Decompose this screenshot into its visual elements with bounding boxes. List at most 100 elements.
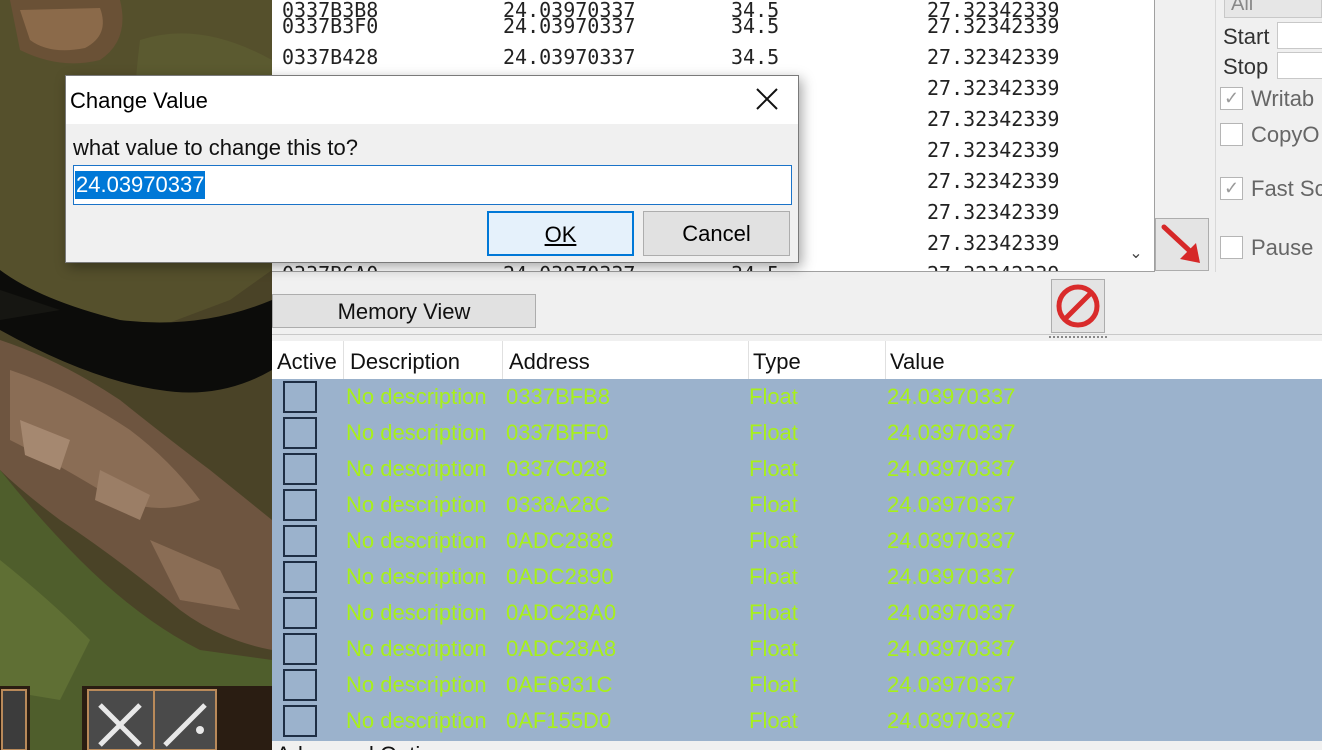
writable-checkbox[interactable]: ✓ Writab (1220, 86, 1314, 116)
row-type[interactable]: Float (749, 600, 798, 626)
checkbox-empty-icon (1220, 122, 1243, 146)
row-type[interactable]: Float (749, 384, 798, 410)
row-value[interactable]: 24.03970337 (887, 384, 1015, 410)
row-value[interactable]: 24.03970337 (887, 564, 1015, 590)
table-row[interactable]: No description 0ADC28A8 Float 24.0397033… (272, 631, 1322, 667)
cheat-table[interactable]: Active Description Address Type Value No… (272, 341, 1322, 741)
table-row[interactable]: No description 0AE6931C Float 24.0397033… (272, 667, 1322, 703)
column-divider[interactable] (343, 341, 344, 379)
row-address[interactable]: 0ADC2890 (506, 564, 614, 590)
stop-address-input[interactable] (1277, 52, 1322, 79)
table-row[interactable]: No description 0337BFB8 Float 24.0397033… (272, 379, 1322, 415)
row-value[interactable]: 24.03970337 (887, 492, 1015, 518)
clear-table-button[interactable] (1051, 279, 1105, 333)
found-row[interactable]: 0337B3F0 24.03970337 34.5 27.32342339 (272, 11, 1132, 42)
row-address[interactable]: 0ADC2888 (506, 528, 614, 554)
row-description[interactable]: No description (346, 420, 487, 446)
table-row[interactable]: No description 0ADC28A0 Float 24.0397033… (272, 595, 1322, 631)
column-divider[interactable] (502, 341, 503, 379)
active-checkbox[interactable] (283, 381, 317, 413)
row-address[interactable]: 0337BFF0 (506, 420, 609, 446)
row-description[interactable]: No description (346, 492, 487, 518)
row-description[interactable]: No description (346, 708, 487, 734)
dialog-titlebar[interactable]: Change Value (66, 76, 798, 124)
active-checkbox[interactable] (283, 561, 317, 593)
active-checkbox[interactable] (283, 597, 317, 629)
table-row[interactable]: No description 0ADC2890 Float 24.0397033… (272, 559, 1322, 595)
found-first: 27.32342339 (927, 231, 1060, 255)
column-type[interactable]: Type (753, 349, 801, 375)
row-type[interactable]: Float (749, 708, 798, 734)
row-value[interactable]: 24.03970337 (887, 600, 1015, 626)
row-description[interactable]: No description (346, 636, 487, 662)
active-checkbox[interactable] (283, 489, 317, 521)
row-type[interactable]: Float (749, 420, 798, 446)
dialog-title: Change Value (70, 88, 208, 113)
row-description[interactable]: No description (346, 528, 487, 554)
scroll-down-arrow-icon[interactable]: ⌄ (1124, 240, 1148, 268)
column-value[interactable]: Value (890, 349, 945, 375)
active-checkbox[interactable] (283, 633, 317, 665)
column-address[interactable]: Address (509, 349, 590, 375)
start-label: Start (1223, 24, 1270, 49)
row-address[interactable]: 0338A28C (506, 492, 610, 518)
row-value[interactable]: 24.03970337 (887, 672, 1015, 698)
ok-button[interactable]: OK (487, 211, 634, 256)
row-value[interactable]: 24.03970337 (887, 636, 1015, 662)
cancel-button[interactable]: Cancel (643, 211, 790, 256)
active-checkbox[interactable] (283, 453, 317, 485)
found-row[interactable]: 0337B428 24.03970337 34.5 27.32342339 (272, 42, 1132, 73)
close-button[interactable] (752, 84, 782, 114)
row-value[interactable]: 24.03970337 (887, 708, 1015, 734)
change-value-dialog[interactable]: Change Value what value to change this t… (65, 75, 799, 263)
active-checkbox[interactable] (283, 525, 317, 557)
active-checkbox[interactable] (283, 705, 317, 737)
active-checkbox[interactable] (283, 669, 317, 701)
row-description[interactable]: No description (346, 672, 487, 698)
found-previous: 34.5 (731, 45, 780, 69)
pause-checkbox[interactable]: Pause (1220, 235, 1313, 265)
row-type[interactable]: Float (749, 528, 798, 554)
row-value[interactable]: 24.03970337 (887, 528, 1015, 554)
fast-scan-checkbox[interactable]: ✓ Fast Sc (1220, 176, 1322, 206)
advanced-options-label[interactable]: Advanced Options (276, 742, 456, 750)
row-description[interactable]: No description (346, 384, 487, 410)
start-address-input[interactable] (1277, 22, 1322, 49)
row-address[interactable]: 0AE6931C (506, 672, 612, 698)
table-row[interactable]: No description 0338A28C Float 24.0397033… (272, 487, 1322, 523)
row-type[interactable]: Float (749, 492, 798, 518)
column-divider[interactable] (885, 341, 886, 379)
cheat-table-body[interactable]: No description 0337BFB8 Float 24.0397033… (272, 379, 1322, 741)
table-row[interactable]: No description 0337C028 Float 24.0397033… (272, 451, 1322, 487)
row-type[interactable]: Float (749, 456, 798, 482)
row-description[interactable]: No description (346, 600, 487, 626)
row-address[interactable]: 0337C028 (506, 456, 608, 482)
column-description[interactable]: Description (350, 349, 460, 375)
table-row[interactable]: No description 0337BFF0 Float 24.0397033… (272, 415, 1322, 451)
row-description[interactable]: No description (346, 564, 487, 590)
active-checkbox[interactable] (283, 417, 317, 449)
column-active[interactable]: Active (277, 349, 337, 375)
advanced-options-bar[interactable]: Advanced Options (272, 741, 1322, 750)
table-row[interactable]: No description 0ADC2888 Float 24.0397033… (272, 523, 1322, 559)
row-address[interactable]: 0337BFB8 (506, 384, 610, 410)
row-value[interactable]: 24.03970337 (887, 420, 1015, 446)
row-value[interactable]: 24.03970337 (887, 456, 1015, 482)
add-to-table-button[interactable] (1155, 218, 1209, 271)
new-value-text-selected[interactable]: 24.03970337 (75, 171, 206, 199)
row-address[interactable]: 0ADC28A8 (506, 636, 616, 662)
panel-splitter[interactable] (272, 334, 1322, 340)
memory-region-select[interactable]: All (1224, 0, 1322, 18)
copy-on-write-checkbox[interactable]: CopyO (1220, 122, 1319, 152)
row-address[interactable]: 0ADC28A0 (506, 600, 616, 626)
splitter-grip-icon[interactable] (1049, 336, 1107, 339)
row-type[interactable]: Float (749, 672, 798, 698)
table-row[interactable]: No description 0AF155D0 Float 24.0397033… (272, 703, 1322, 739)
row-address[interactable]: 0AF155D0 (506, 708, 611, 734)
column-divider[interactable] (748, 341, 749, 379)
row-type[interactable]: Float (749, 564, 798, 590)
fast-scan-label: Fast Sc (1251, 176, 1322, 201)
memory-view-button[interactable]: Memory View (272, 294, 536, 328)
row-type[interactable]: Float (749, 636, 798, 662)
row-description[interactable]: No description (346, 456, 487, 482)
